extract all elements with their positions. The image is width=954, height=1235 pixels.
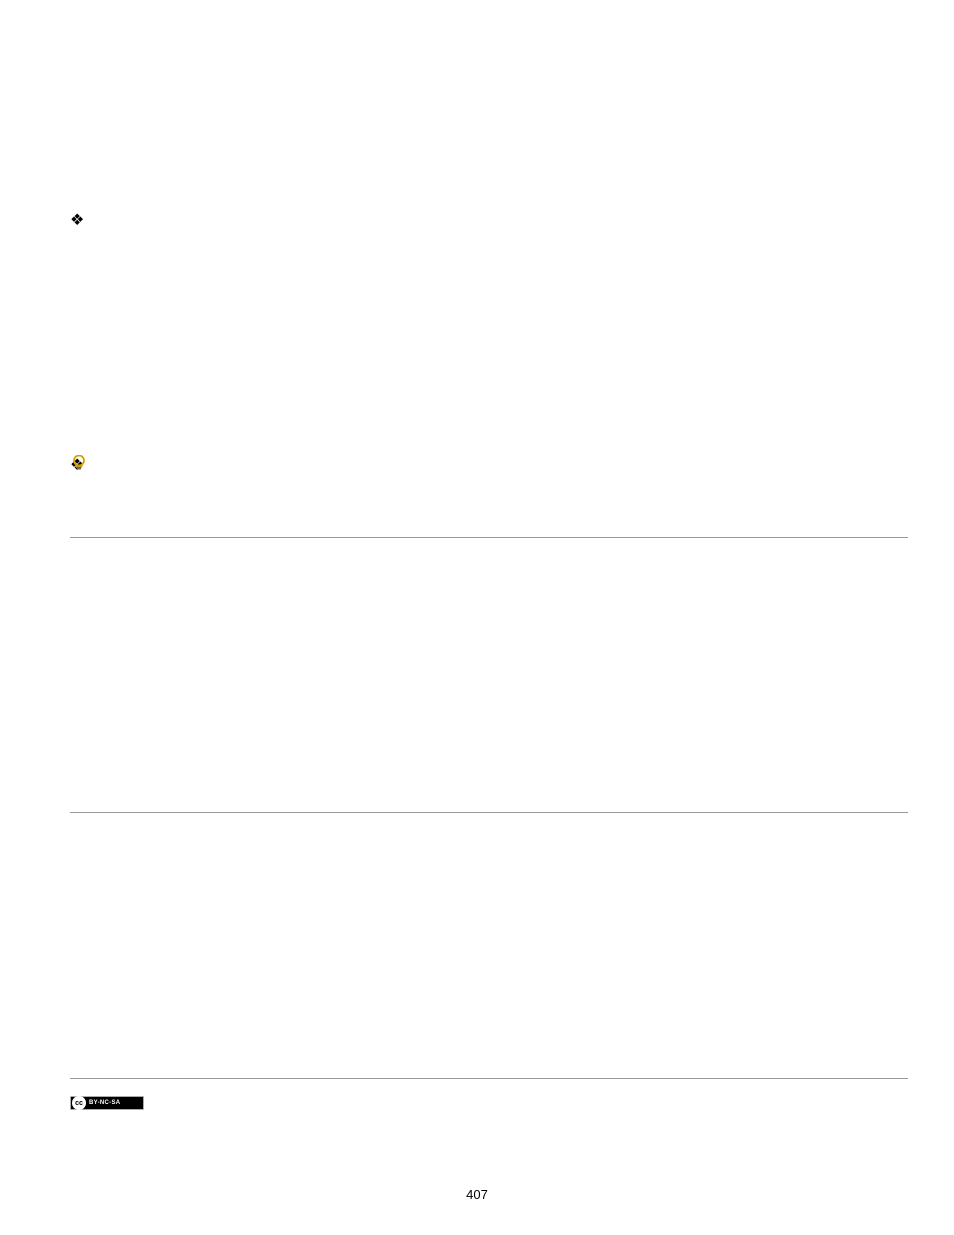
page-number: 407 (0, 1187, 954, 1202)
cc-logo-text: cc (75, 1100, 83, 1107)
section-divider (70, 812, 908, 813)
section-divider (70, 537, 908, 538)
section-divider (70, 1078, 908, 1079)
document-content: ❖ ❖ (70, 210, 908, 455)
lightbulb-icon (73, 455, 85, 471)
diamond-bullet-icon: ❖ (70, 210, 84, 230)
cc-license-text: BY-NC-SA (89, 1100, 120, 1106)
cc-license-badge: cc BY-NC-SA (70, 1096, 144, 1110)
cc-logo-icon: cc (72, 1096, 86, 1110)
